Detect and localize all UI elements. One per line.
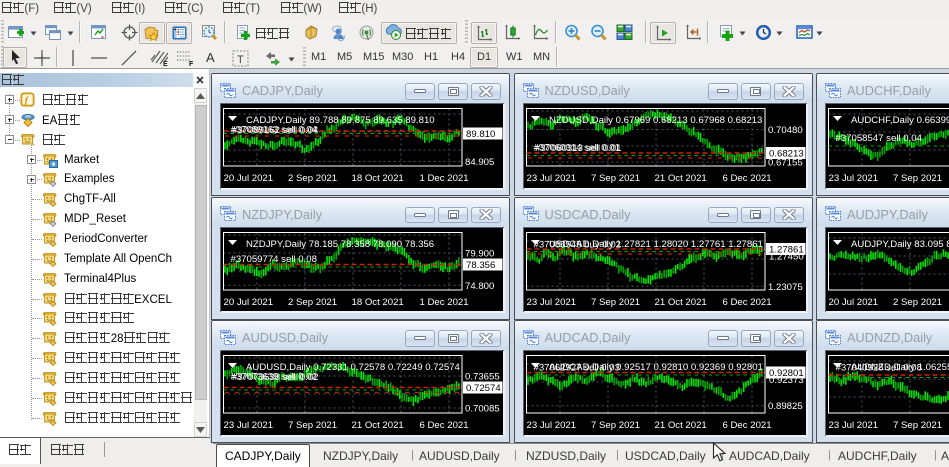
svg-text:7 Sep 2021: 7 Sep 2021	[591, 297, 640, 308]
svg-text:#37058547 sell 0.04: #37058547 sell 0.04	[836, 133, 923, 144]
svg-text:1.23075: 1.23075	[768, 281, 803, 292]
svg-text:23 Jul 2021: 23 Jul 2021	[829, 420, 879, 431]
svg-text:F: F	[189, 61, 194, 67]
svg-text:2 Sep 2021: 2 Sep 2021	[288, 297, 337, 308]
svg-text:T: T	[237, 54, 244, 66]
svg-text:1 Dec 2021: 1 Dec 2021	[420, 173, 469, 184]
svg-text:23 Jul 2021: 23 Jul 2021	[526, 297, 576, 308]
svg-text:20 Jul 2021: 20 Jul 2021	[829, 297, 879, 308]
svg-text:7 Sep 2021: 7 Sep 2021	[591, 173, 640, 184]
svg-text:6 Dec 2021: 6 Dec 2021	[722, 173, 771, 184]
svg-text:7 Sep 2021: 7 Sep 2021	[591, 420, 640, 431]
svg-text:21 Oct 2021: 21 Oct 2021	[352, 420, 404, 431]
svg-text:21 Oct 2021: 21 Oct 2021	[654, 297, 706, 308]
svg-text:21 Oct 2021: 21 Oct 2021	[654, 420, 706, 431]
svg-text:#37073639 sell 0.02: #37073639 sell 0.02	[231, 372, 317, 383]
svg-text:79.900: 79.900	[465, 248, 494, 259]
svg-text:74.800: 74.800	[465, 280, 494, 291]
svg-text:#37088545 buy 0.02: #37088545 buy 0.02	[533, 239, 621, 250]
svg-text:84.905: 84.905	[465, 157, 494, 168]
svg-text:AUDJPY,Daily 83.095 83.207 82: AUDJPY,Daily 83.095 83.207 82.711 83.055	[851, 239, 949, 250]
svg-text:0.73655: 0.73655	[465, 372, 500, 383]
svg-text:1.27861: 1.27861	[769, 244, 804, 255]
svg-text:#37089163 sell 0.04: #37089163 sell 0.04	[231, 125, 318, 136]
svg-text:23 Jul 2021: 23 Jul 2021	[526, 420, 576, 431]
svg-text:6 Dec 2021: 6 Dec 2021	[722, 420, 771, 431]
svg-text:7 Sep 2021: 7 Sep 2021	[893, 420, 942, 431]
svg-text:0.72574: 0.72574	[466, 383, 501, 394]
svg-text:0.70085: 0.70085	[465, 404, 500, 415]
svg-text:#37059774 sell 0.08: #37059774 sell 0.08	[231, 254, 317, 265]
svg-text:E: E	[163, 61, 168, 67]
svg-text:0.89825: 0.89825	[768, 401, 803, 412]
svg-text:NZDUSD,Daily 0.67969 0.68213: NZDUSD,Daily 0.67969 0.68213 0.67968 0.6…	[549, 115, 762, 126]
svg-text:18 Oct 2021: 18 Oct 2021	[352, 297, 404, 308]
svg-text:#37040928 sell 0.08: #37040928 sell 0.08	[836, 363, 922, 374]
svg-text:23 Jul 2021: 23 Jul 2021	[526, 173, 576, 184]
svg-text:#37062927 sell 0.03: #37062927 sell 0.03	[533, 363, 619, 374]
svg-text:6 Dec 2021: 6 Dec 2021	[420, 420, 469, 431]
svg-text:7 Sep 2021: 7 Sep 2021	[288, 420, 337, 431]
svg-text:20 Jul 2021: 20 Jul 2021	[224, 297, 274, 308]
svg-text:NZDJPY,Daily 78.185 78.358 78: NZDJPY,Daily 78.185 78.358 78.090 78.356	[246, 239, 434, 250]
svg-text:7 Sep 2021: 7 Sep 2021	[893, 173, 942, 184]
svg-text:21 Oct 2021: 21 Oct 2021	[654, 173, 706, 184]
svg-text:0.68213: 0.68213	[769, 149, 804, 160]
svg-text:0.70480: 0.70480	[768, 125, 803, 136]
svg-text:6 Dec 2021: 6 Dec 2021	[722, 297, 771, 308]
svg-text:23 Jul 2021: 23 Jul 2021	[829, 173, 879, 184]
svg-text:2 Sep 2021: 2 Sep 2021	[893, 297, 942, 308]
svg-text:78.356: 78.356	[466, 260, 495, 271]
svg-text:AUDCHF,Daily 0.66399 0.66510: AUDCHF,Daily 0.66399 0.66510 0.66231 0.6…	[851, 115, 949, 126]
svg-text:89.810: 89.810	[466, 129, 495, 140]
svg-text:#37060314 sell 0.01: #37060314 sell 0.01	[533, 143, 619, 154]
svg-text:0.92801: 0.92801	[769, 368, 804, 379]
svg-text:2 Sep 2021: 2 Sep 2021	[288, 173, 337, 184]
svg-text:23 Jul 2021: 23 Jul 2021	[224, 420, 274, 431]
svg-text:1 Dec 2021: 1 Dec 2021	[420, 297, 469, 308]
svg-text:18 Oct 2021: 18 Oct 2021	[352, 173, 404, 184]
svg-text:20 Jul 2021: 20 Jul 2021	[224, 173, 274, 184]
